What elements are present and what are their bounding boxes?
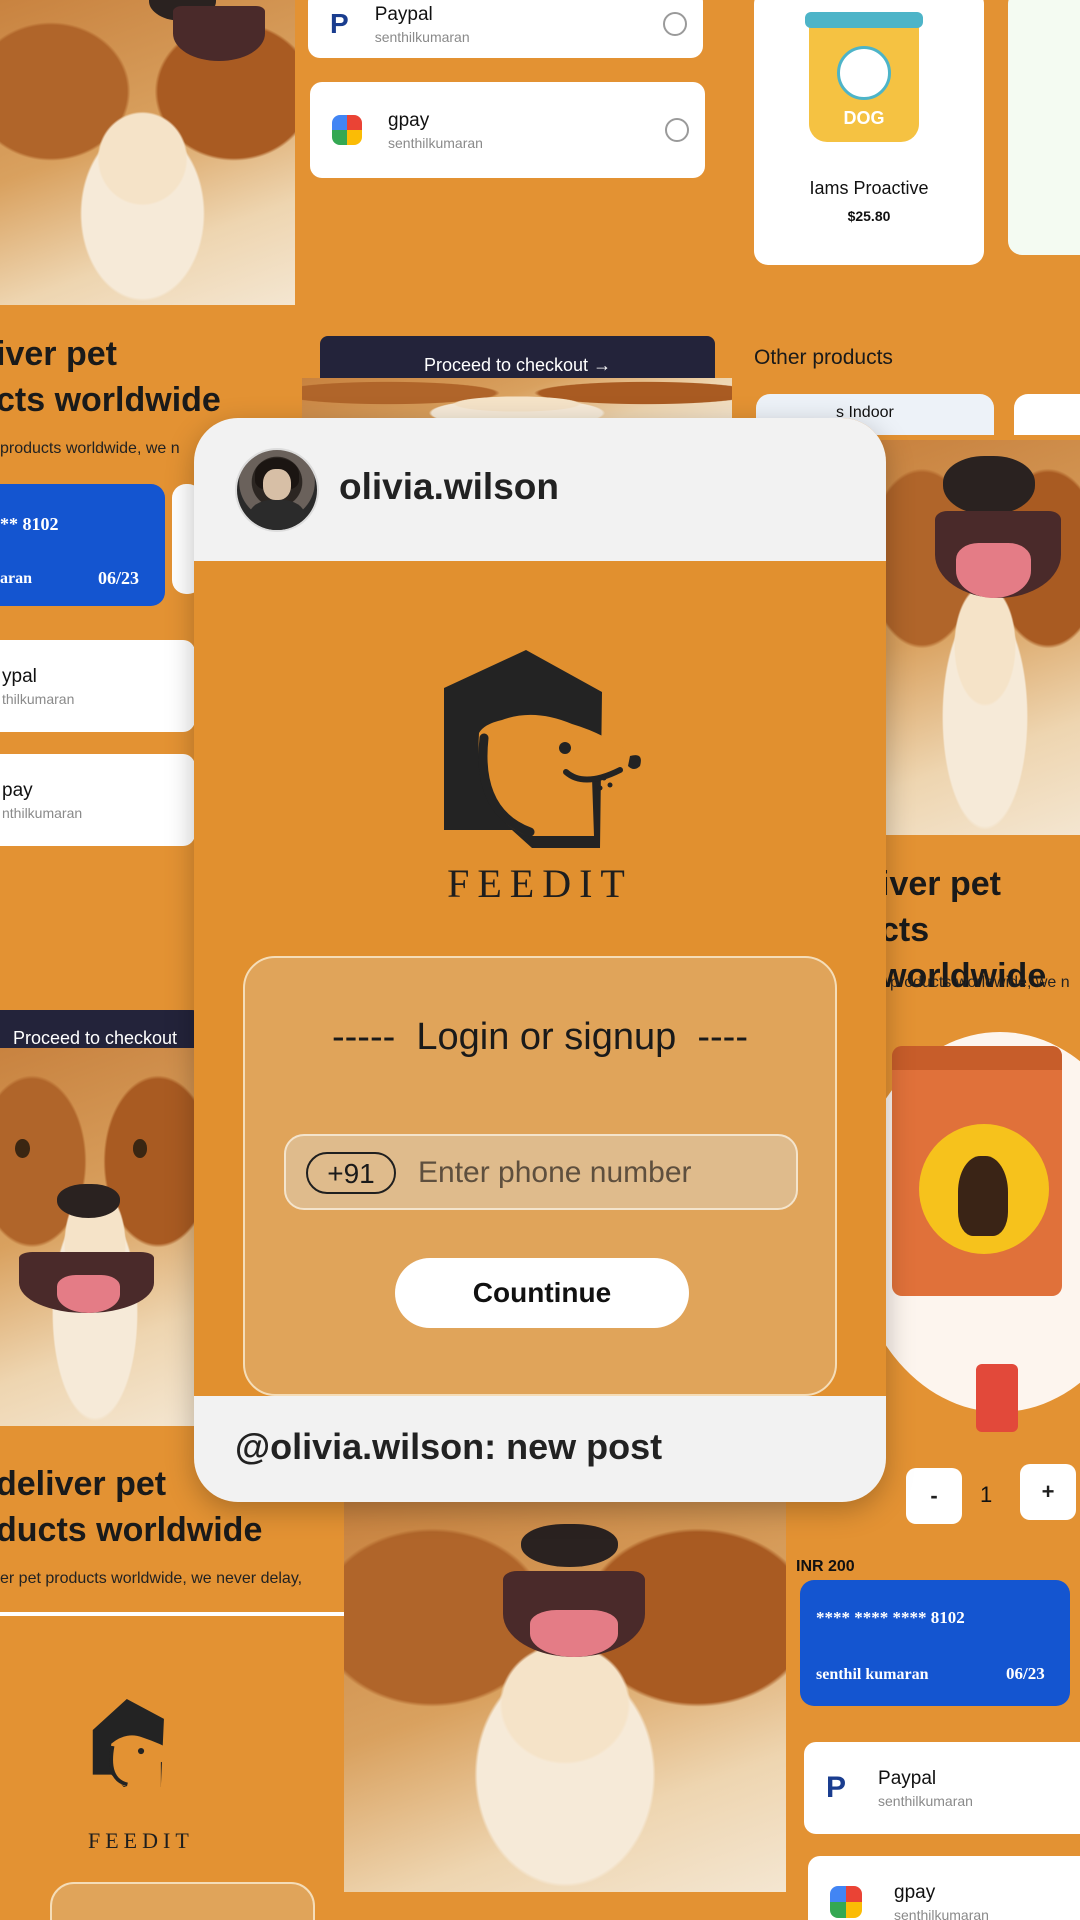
continue-button[interactable]: Countinue [395, 1258, 689, 1328]
product-card[interactable]: DOG Iams Proactive $25.80 [754, 0, 984, 265]
promo-subtext: products worldwide, we n [0, 440, 180, 457]
payment-option-gpay[interactable]: gpay senthilkumaran [808, 1856, 1080, 1920]
gpay-icon [332, 115, 362, 145]
promo-subtext: products worldwide, we n [890, 974, 1070, 991]
cat-food-bag-icon [892, 1046, 1062, 1296]
decrement-button[interactable]: - [906, 1468, 962, 1524]
gpay-icon [830, 1886, 862, 1918]
post-card: olivia.wilson FEEDIT ----- Login or sign… [194, 418, 886, 1502]
product-screen: DOG Iams Proactive $25.80 Other products… [734, 0, 1080, 435]
brand-name: FEEDIT [88, 1828, 194, 1853]
dog-photo [880, 440, 1080, 835]
payment-option-paypal[interactable]: P Paypal senthilkumaran [308, 0, 703, 58]
paypal-icon: P [826, 1771, 847, 1804]
avatar[interactable] [235, 448, 319, 532]
product-hero [850, 1012, 1080, 1492]
phone-input[interactable] [418, 1146, 778, 1200]
increment-button[interactable]: + [1020, 1464, 1076, 1520]
post-username[interactable]: olivia.wilson [339, 466, 559, 508]
dog-food-bag-icon: DOG [805, 12, 923, 142]
payment-option-gpay[interactable]: gpay senthilkumaran [310, 82, 705, 178]
payment-option-paypal[interactable]: P Paypal senthilkumaran [804, 1742, 1080, 1834]
login-panel: ----- Login or signup ---- +91 Countinue [243, 956, 837, 1396]
dog-photo [0, 0, 295, 305]
promo-subtext: er pet products worldwide, we never dela… [0, 1570, 303, 1587]
post-header: olivia.wilson [194, 418, 886, 561]
section-title: Other products [754, 346, 893, 369]
inr-label: INR 200 [796, 1558, 855, 1575]
app-preview-card: FEEDIT [0, 1612, 345, 1920]
login-title: ----- Login or signup ---- [332, 1016, 748, 1058]
product-card[interactable] [1008, 0, 1080, 255]
checkout-button[interactable]: Proceed to checkout → [320, 336, 715, 380]
payment-option-paypal[interactable]: ypal thilkumaran [0, 640, 195, 732]
country-code-selector[interactable]: +91 [306, 1152, 396, 1194]
product-name: Iams Proactive [809, 178, 929, 198]
dog-house-logo-icon [444, 650, 641, 848]
phone-field: +91 [284, 1134, 798, 1210]
promo-heading: iver pet cts worldwide [0, 335, 221, 419]
credit-card: **** **** **** 8102 senthil kumaran 06/2… [800, 1580, 1070, 1706]
brand-name: FEEDIT [447, 861, 633, 906]
post-footer: @olivia.wilson: new post [194, 1396, 886, 1502]
payment-screen: P Paypal senthilkumaran gpay senthilkuma… [298, 0, 730, 380]
paypal-icon: P [330, 8, 349, 39]
dog-house-logo-icon [92, 1699, 174, 1787]
dog-photo [0, 1048, 200, 1426]
post-caption: @olivia.wilson: new post [235, 1426, 663, 1467]
product-price: $25.80 [847, 208, 891, 224]
arrow-right-icon: → [593, 355, 612, 375]
payment-option-gpay[interactable]: pay nthilkumaran [0, 754, 195, 846]
quantity-value: 1 [980, 1482, 993, 1507]
checkout-button[interactable]: Proceed to checkout [0, 1010, 200, 1050]
credit-card: ** 8102 aran 06/23 [0, 484, 165, 606]
dog-photo [344, 1500, 786, 1892]
product-card[interactable] [1014, 394, 1080, 435]
